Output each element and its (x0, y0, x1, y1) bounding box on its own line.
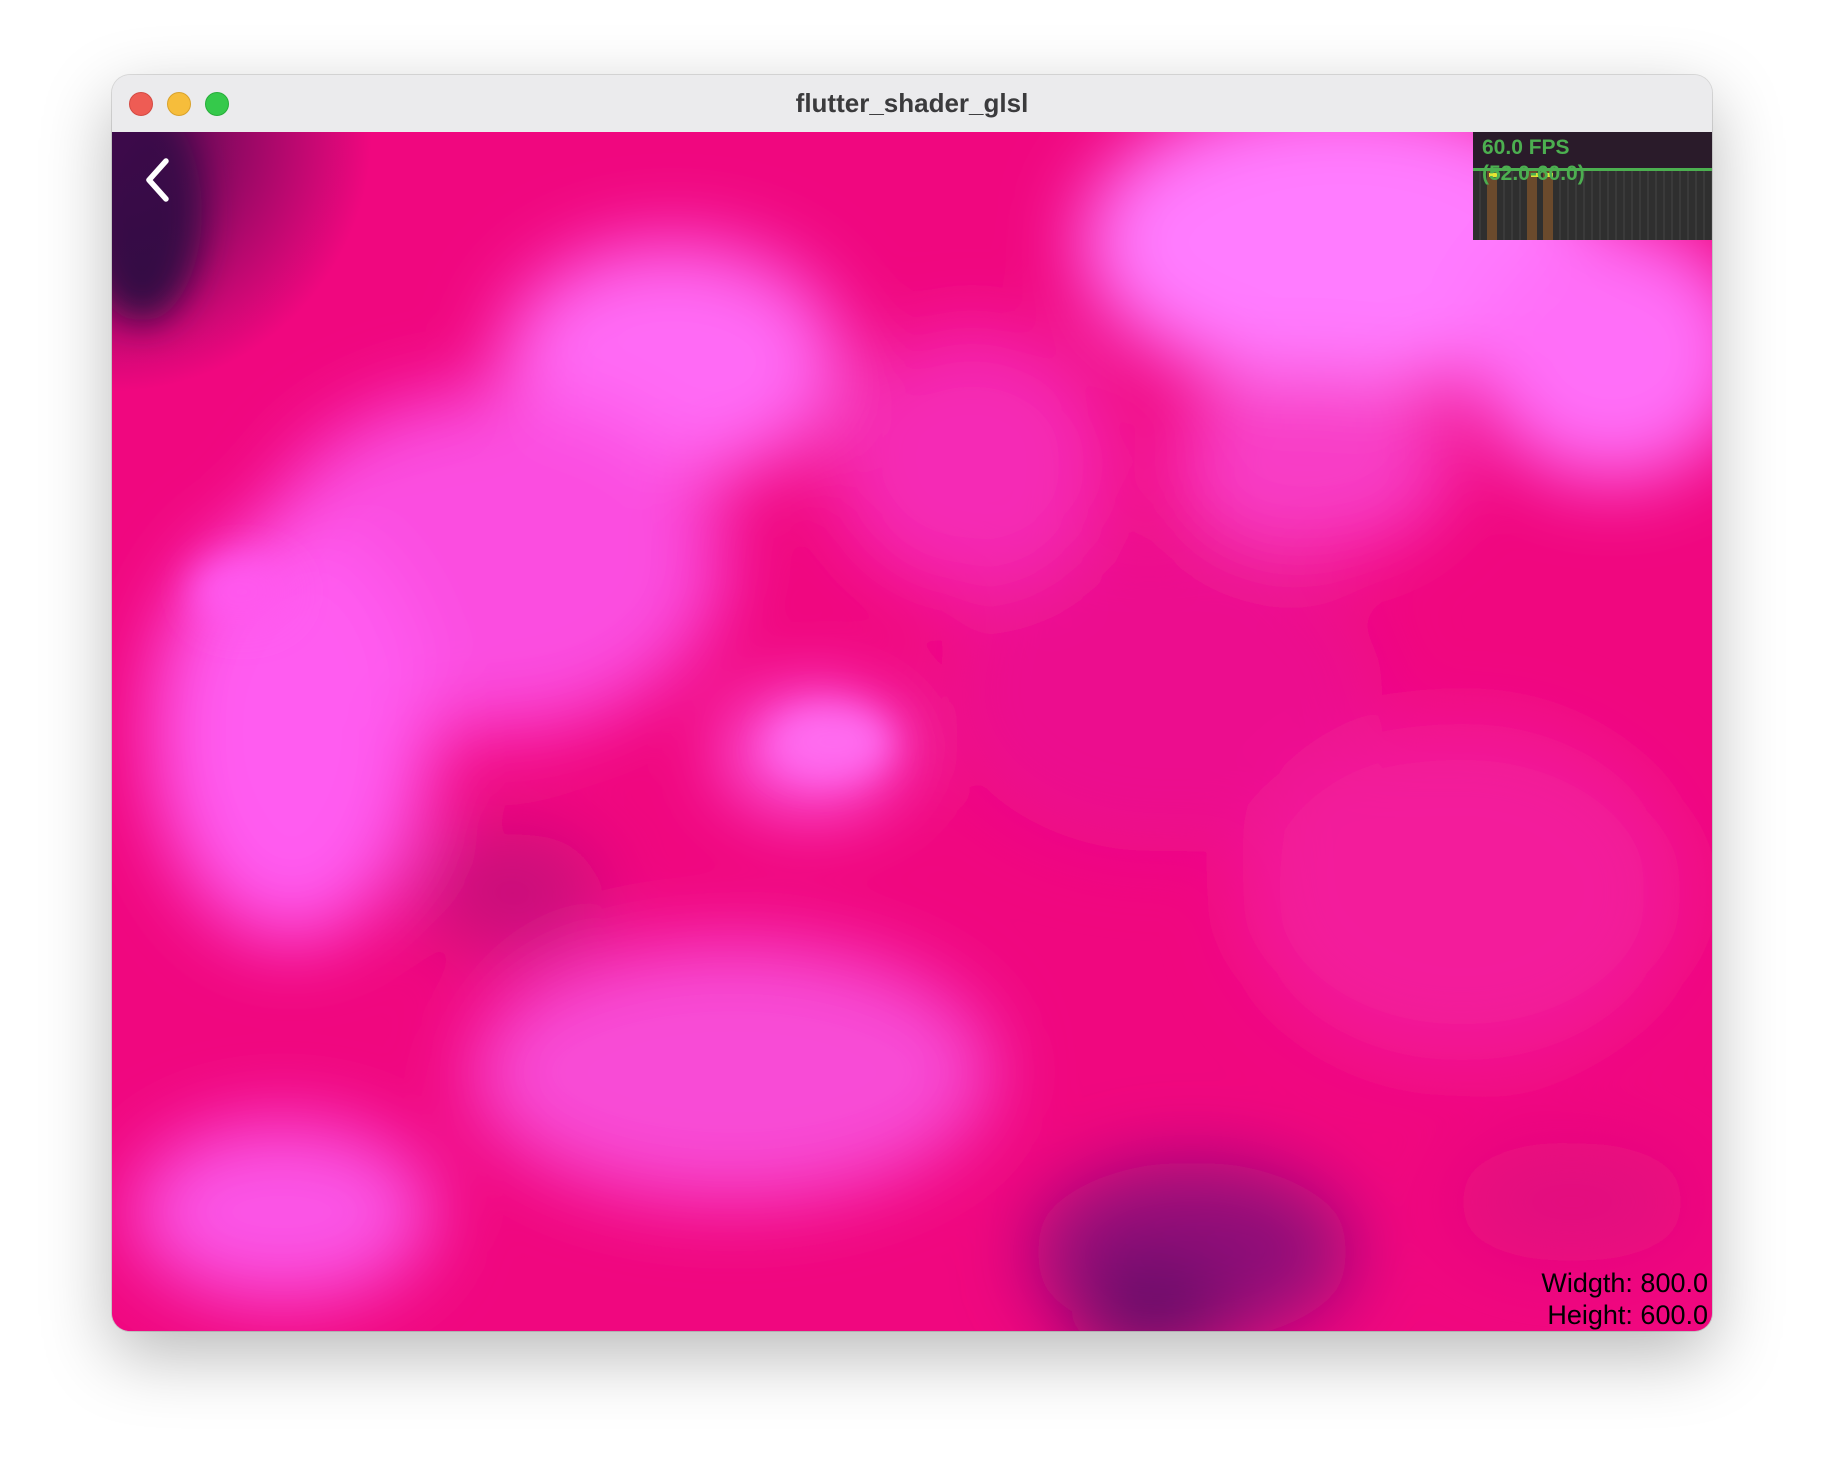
back-button[interactable] (132, 152, 188, 208)
canvas-dimensions: Widgth: 800.0 Height: 600.0 (1541, 1267, 1708, 1331)
width-label: Widgth: 800.0 (1541, 1268, 1708, 1298)
shader-canvas: 60.0 FPS (52.0-60.0) Widgth: 800.0 Heigh… (112, 132, 1712, 1331)
fps-range-label: (52.0-60.0) (1482, 162, 1585, 185)
window-title: flutter_shader_glsl (795, 88, 1029, 118)
app-window: flutter_shader_glsl 60.0 FPS (52.0-60.0)… (112, 75, 1712, 1331)
shader-render (112, 132, 1712, 1331)
fps-label: 60.0 FPS (1482, 136, 1570, 159)
performance-overlay: 60.0 FPS (52.0-60.0) (1473, 132, 1712, 240)
chevron-left-icon (146, 158, 169, 202)
title-bar[interactable]: flutter_shader_glsl (112, 75, 1712, 133)
height-label: Height: 600.0 (1547, 1300, 1708, 1330)
